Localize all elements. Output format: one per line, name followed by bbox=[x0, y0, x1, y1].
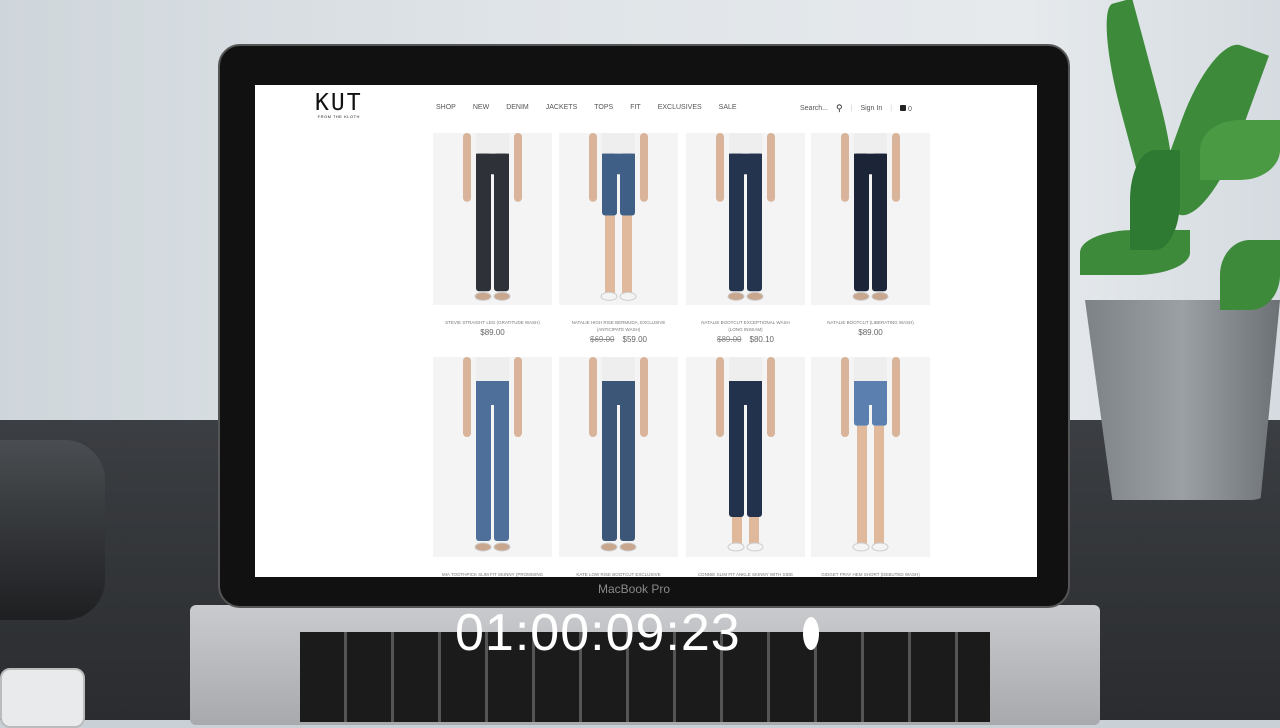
product-price: $89.00 bbox=[811, 328, 930, 337]
product-card[interactable]: Gidget Fray Hem Short (Debuted Wash) $69… bbox=[811, 357, 930, 577]
product-price: $89.00 $80.10 bbox=[686, 335, 805, 344]
product-image-frame[interactable] bbox=[686, 357, 805, 557]
product-name[interactable]: Kate Low Rise Bootcut Exclusive (Congrat… bbox=[559, 571, 678, 577]
product-name[interactable]: Connie Slim Fit Ankle Skinny with Side S… bbox=[686, 571, 805, 577]
nav-exclusives[interactable]: EXCLUSIVES bbox=[658, 104, 702, 111]
product-price: $69.00 $59.00 bbox=[559, 335, 678, 344]
plant-pot bbox=[1085, 300, 1280, 500]
nav-denim[interactable]: DENIM bbox=[506, 104, 529, 111]
product-image-frame[interactable] bbox=[686, 133, 805, 305]
product-card[interactable]: Kate Low Rise Bootcut Exclusive (Congrat… bbox=[559, 357, 678, 577]
product-image bbox=[463, 133, 522, 301]
product-image bbox=[589, 357, 648, 552]
product-card[interactable]: Mia Toothpick Slim Fit Skinny (Promising… bbox=[433, 357, 552, 577]
cart-button[interactable]: 0 bbox=[900, 104, 912, 113]
current-price: $80.10 bbox=[749, 335, 774, 344]
product-card[interactable]: Natalie High Rise Bermuda, Exclusive (An… bbox=[559, 133, 678, 344]
nav-fit[interactable]: FIT bbox=[630, 104, 641, 111]
product-card[interactable]: Natalie Bootcut (Liberating Wash) $89.00 bbox=[811, 133, 930, 337]
search-input[interactable]: Search... bbox=[800, 105, 828, 112]
sign-in-link[interactable]: Sign In bbox=[860, 105, 882, 112]
product-image bbox=[589, 133, 648, 301]
product-image bbox=[841, 133, 900, 301]
current-price: $89.00 bbox=[480, 328, 505, 337]
desk-lamp bbox=[0, 440, 105, 620]
timecode: 01:00:09:23 bbox=[455, 604, 741, 662]
product-name[interactable]: Natalie Bootcut (Liberating Wash) bbox=[811, 319, 930, 326]
laptop-label: MacBook Pro bbox=[598, 582, 671, 596]
phone bbox=[0, 668, 85, 728]
product-image-frame[interactable] bbox=[559, 133, 678, 305]
product-name[interactable]: Stevie Straight Leg (Gratitude Wash) bbox=[433, 319, 552, 326]
product-image-frame[interactable] bbox=[811, 133, 930, 305]
main-nav: SHOP NEW DENIM JACKETS TOPS FIT EXCLUSIV… bbox=[436, 104, 737, 111]
header-utilities: Search... ⚲ | Sign In | 0 bbox=[800, 103, 912, 114]
product-name[interactable]: Mia Toothpick Slim Fit Skinny (Promising… bbox=[433, 571, 552, 577]
record-indicator bbox=[803, 617, 819, 650]
nav-tops[interactable]: TOPS bbox=[594, 104, 613, 111]
product-price: $89.00 bbox=[433, 328, 552, 337]
original-price: $69.00 bbox=[590, 335, 615, 344]
nav-sale[interactable]: SALE bbox=[719, 104, 737, 111]
product-card[interactable]: Connie Slim Fit Ankle Skinny with Side S… bbox=[686, 357, 805, 577]
product-image bbox=[463, 357, 522, 552]
current-price: $89.00 bbox=[858, 328, 883, 337]
product-name[interactable]: Natalie High Rise Bermuda, Exclusive (An… bbox=[559, 319, 678, 333]
product-image bbox=[716, 357, 775, 552]
current-price: $59.00 bbox=[622, 335, 647, 344]
nav-shop[interactable]: SHOP bbox=[436, 104, 456, 111]
product-image-frame[interactable] bbox=[433, 133, 552, 305]
bag-icon bbox=[900, 104, 907, 111]
product-name[interactable]: Natalie Bootcut Exceptional Wash (Long I… bbox=[686, 319, 805, 333]
product-image-frame[interactable] bbox=[433, 357, 552, 557]
product-image bbox=[716, 133, 775, 301]
product-image-frame[interactable] bbox=[559, 357, 678, 557]
product-image-frame[interactable] bbox=[811, 357, 930, 557]
product-card[interactable]: Stevie Straight Leg (Gratitude Wash) $89… bbox=[433, 133, 552, 337]
site-logo[interactable]: KUT FROM THE KLOTH bbox=[315, 92, 363, 120]
nav-new[interactable]: NEW bbox=[473, 104, 489, 111]
nav-jackets[interactable]: JACKETS bbox=[546, 104, 578, 111]
search-icon[interactable]: ⚲ bbox=[836, 103, 843, 114]
product-image bbox=[841, 357, 900, 552]
product-name[interactable]: Gidget Fray Hem Short (Debuted Wash) bbox=[811, 571, 930, 577]
website-screen: KUT FROM THE KLOTH SHOP NEW DENIM JACKET… bbox=[255, 85, 1037, 577]
product-card[interactable]: Natalie Bootcut Exceptional Wash (Long I… bbox=[686, 133, 805, 344]
original-price: $89.00 bbox=[717, 335, 742, 344]
